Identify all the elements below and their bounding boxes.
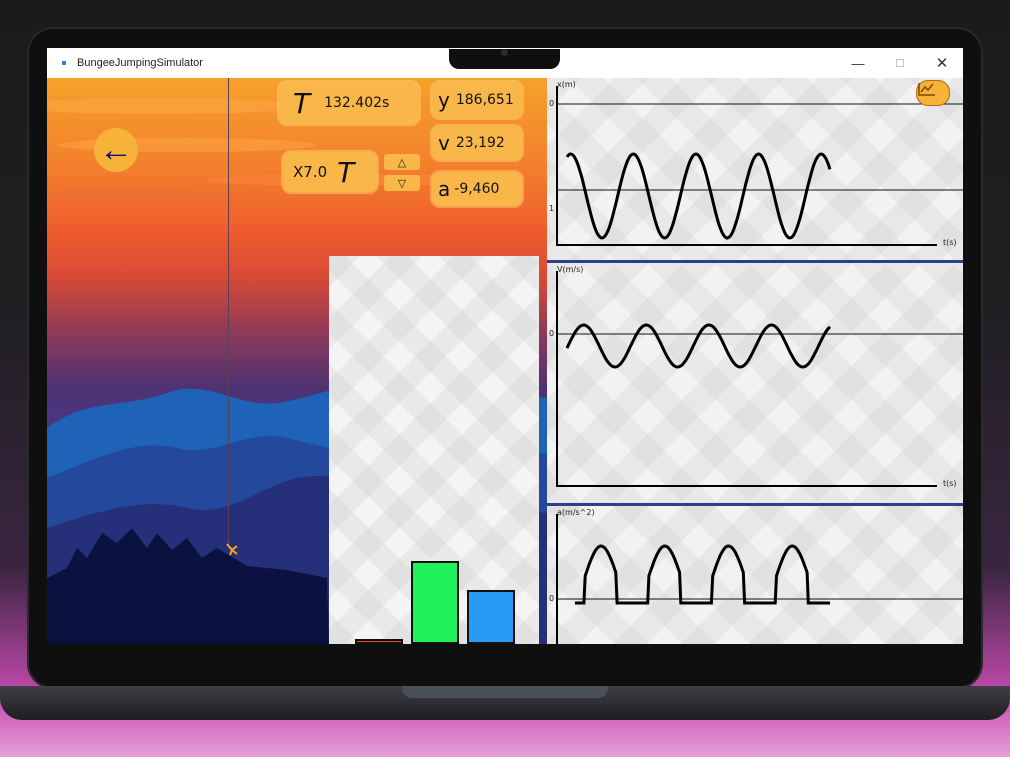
position-graph: x(m) 0 1 t(s) bbox=[547, 78, 963, 260]
velocity-symbol: v bbox=[438, 131, 450, 155]
energy-bar-1 bbox=[355, 638, 403, 644]
speed-multiplier: X7.0 bbox=[293, 163, 328, 181]
speed-display: X7.0 T bbox=[283, 152, 377, 192]
velocity-xlabel: t(s) bbox=[943, 479, 957, 488]
back-button[interactable]: ← bbox=[94, 128, 138, 172]
time-display: T 132.402s bbox=[279, 82, 419, 124]
jumper-icon bbox=[225, 542, 239, 556]
acceleration-zero: 0 bbox=[549, 594, 555, 603]
laptop-base-groove bbox=[402, 686, 608, 698]
laptop-base bbox=[0, 686, 1010, 720]
camera-notch bbox=[449, 49, 560, 69]
simulation-scene: ← T 132.402s X7.0 T △ ▽ y 186,651 v 23,1… bbox=[47, 78, 547, 644]
close-button[interactable]: ✕ bbox=[922, 48, 962, 78]
acceleration-ylabel: a(m/s^2) bbox=[557, 508, 595, 517]
energy-chart bbox=[329, 256, 539, 644]
chart-toggle-icon[interactable] bbox=[916, 80, 950, 106]
position-xlabel: t(s) bbox=[943, 238, 957, 247]
acceleration-symbol: a bbox=[438, 177, 451, 201]
time-symbol: T bbox=[293, 86, 311, 120]
velocity-display: v 23,192 bbox=[432, 126, 522, 160]
position-value: 186,651 bbox=[455, 92, 514, 108]
position-ylabel: x(m) bbox=[557, 80, 576, 89]
velocity-graph: V(m/s) 0 t(s) bbox=[547, 263, 963, 503]
position-symbol: y bbox=[438, 88, 450, 112]
time-value: 132.402s bbox=[324, 95, 390, 111]
app-icon bbox=[59, 58, 69, 68]
maximize-button[interactable]: ☐ bbox=[880, 48, 920, 78]
position-display: y 186,651 bbox=[432, 82, 522, 118]
camera-icon bbox=[501, 49, 508, 56]
acceleration-display: a -9,460 bbox=[432, 172, 522, 206]
acceleration-value: -9,460 bbox=[454, 181, 500, 197]
app-window: BungeeJumpingSimulator — ☐ ✕ ← T 132.402… bbox=[47, 48, 963, 644]
minimize-button[interactable]: — bbox=[838, 48, 878, 78]
back-arrow-icon: ← bbox=[99, 131, 133, 169]
speed-up-button[interactable]: △ bbox=[384, 154, 420, 170]
window-title: BungeeJumpingSimulator bbox=[77, 57, 203, 69]
acceleration-graph: a(m/s^2) 0 bbox=[547, 506, 963, 644]
speed-symbol: T bbox=[337, 155, 355, 189]
position-tick: 1 bbox=[549, 204, 555, 213]
energy-bar-3 bbox=[467, 589, 515, 644]
velocity-zero: 0 bbox=[549, 329, 555, 338]
energy-bar-2 bbox=[411, 560, 459, 644]
velocity-ylabel: V(m/s) bbox=[557, 265, 584, 274]
position-zero: 0 bbox=[549, 99, 555, 108]
bungee-rope bbox=[228, 78, 229, 548]
velocity-value: 23,192 bbox=[455, 135, 505, 151]
speed-down-button[interactable]: ▽ bbox=[384, 175, 420, 191]
